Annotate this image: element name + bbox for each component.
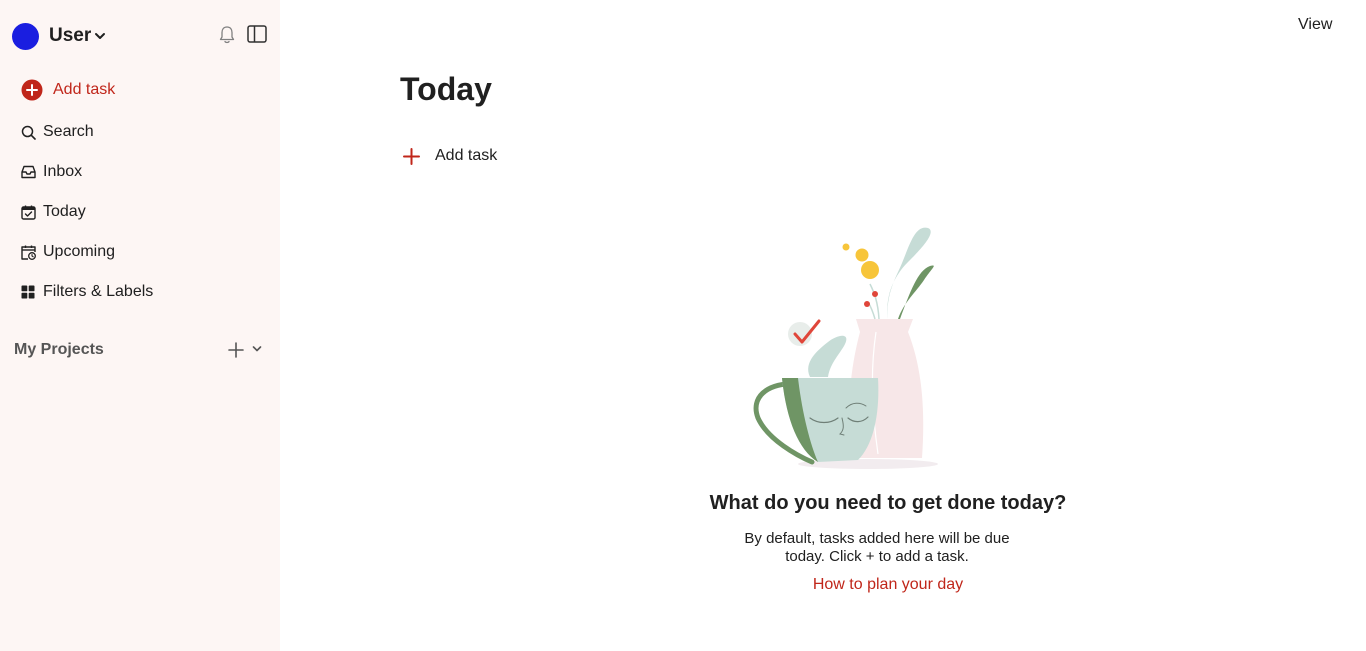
sidebar-toggle-icon[interactable] (247, 25, 267, 43)
sidebar-item-upcoming[interactable]: Upcoming (20, 240, 115, 264)
sidebar-item-label: Search (43, 123, 94, 140)
sidebar-add-task-button[interactable]: Add task (21, 78, 115, 102)
empty-state-illustration (748, 222, 948, 482)
view-button[interactable]: View (1298, 16, 1332, 34)
add-circle-icon (21, 79, 43, 101)
avatar (12, 22, 39, 50)
my-projects-header[interactable]: My Projects (14, 338, 266, 362)
sidebar-item-filters-labels[interactable]: Filters & Labels (20, 280, 153, 304)
add-project-icon[interactable] (227, 341, 245, 359)
grid-icon (20, 284, 36, 300)
calendar-today-icon (20, 204, 36, 220)
user-name: User (49, 25, 92, 46)
add-task-button[interactable]: Add task (402, 144, 497, 168)
sidebar-item-search[interactable]: Search (20, 120, 94, 144)
sidebar-item-inbox[interactable]: Inbox (20, 160, 82, 184)
inbox-icon (20, 164, 36, 180)
sidebar: User Add task Search Inbox Today Upcomin… (0, 0, 280, 651)
sidebar-item-today[interactable]: Today (20, 200, 86, 224)
empty-state-title: What do you need to get done today? (709, 492, 1067, 514)
sidebar-add-task-label: Add task (53, 81, 116, 98)
calendar-upcoming-icon (20, 244, 36, 260)
user-menu[interactable]: User (12, 22, 106, 50)
bell-icon[interactable] (218, 25, 236, 45)
chevron-down-icon (94, 30, 106, 42)
add-task-label: Add task (435, 147, 498, 164)
plan-your-day-link[interactable]: How to plan your day (688, 576, 1088, 594)
sidebar-item-label: Upcoming (43, 243, 116, 260)
page-title: Today (400, 71, 492, 107)
chevron-down-icon[interactable] (251, 343, 263, 355)
sidebar-item-label: Today (43, 203, 86, 220)
empty-state-description: By default, tasks added here will be due… (744, 530, 1010, 565)
search-icon (20, 124, 36, 140)
plus-icon (402, 147, 421, 166)
sidebar-item-label: Inbox (43, 163, 83, 180)
sidebar-item-label: Filters & Labels (43, 283, 154, 300)
my-projects-title: My Projects (14, 341, 104, 358)
